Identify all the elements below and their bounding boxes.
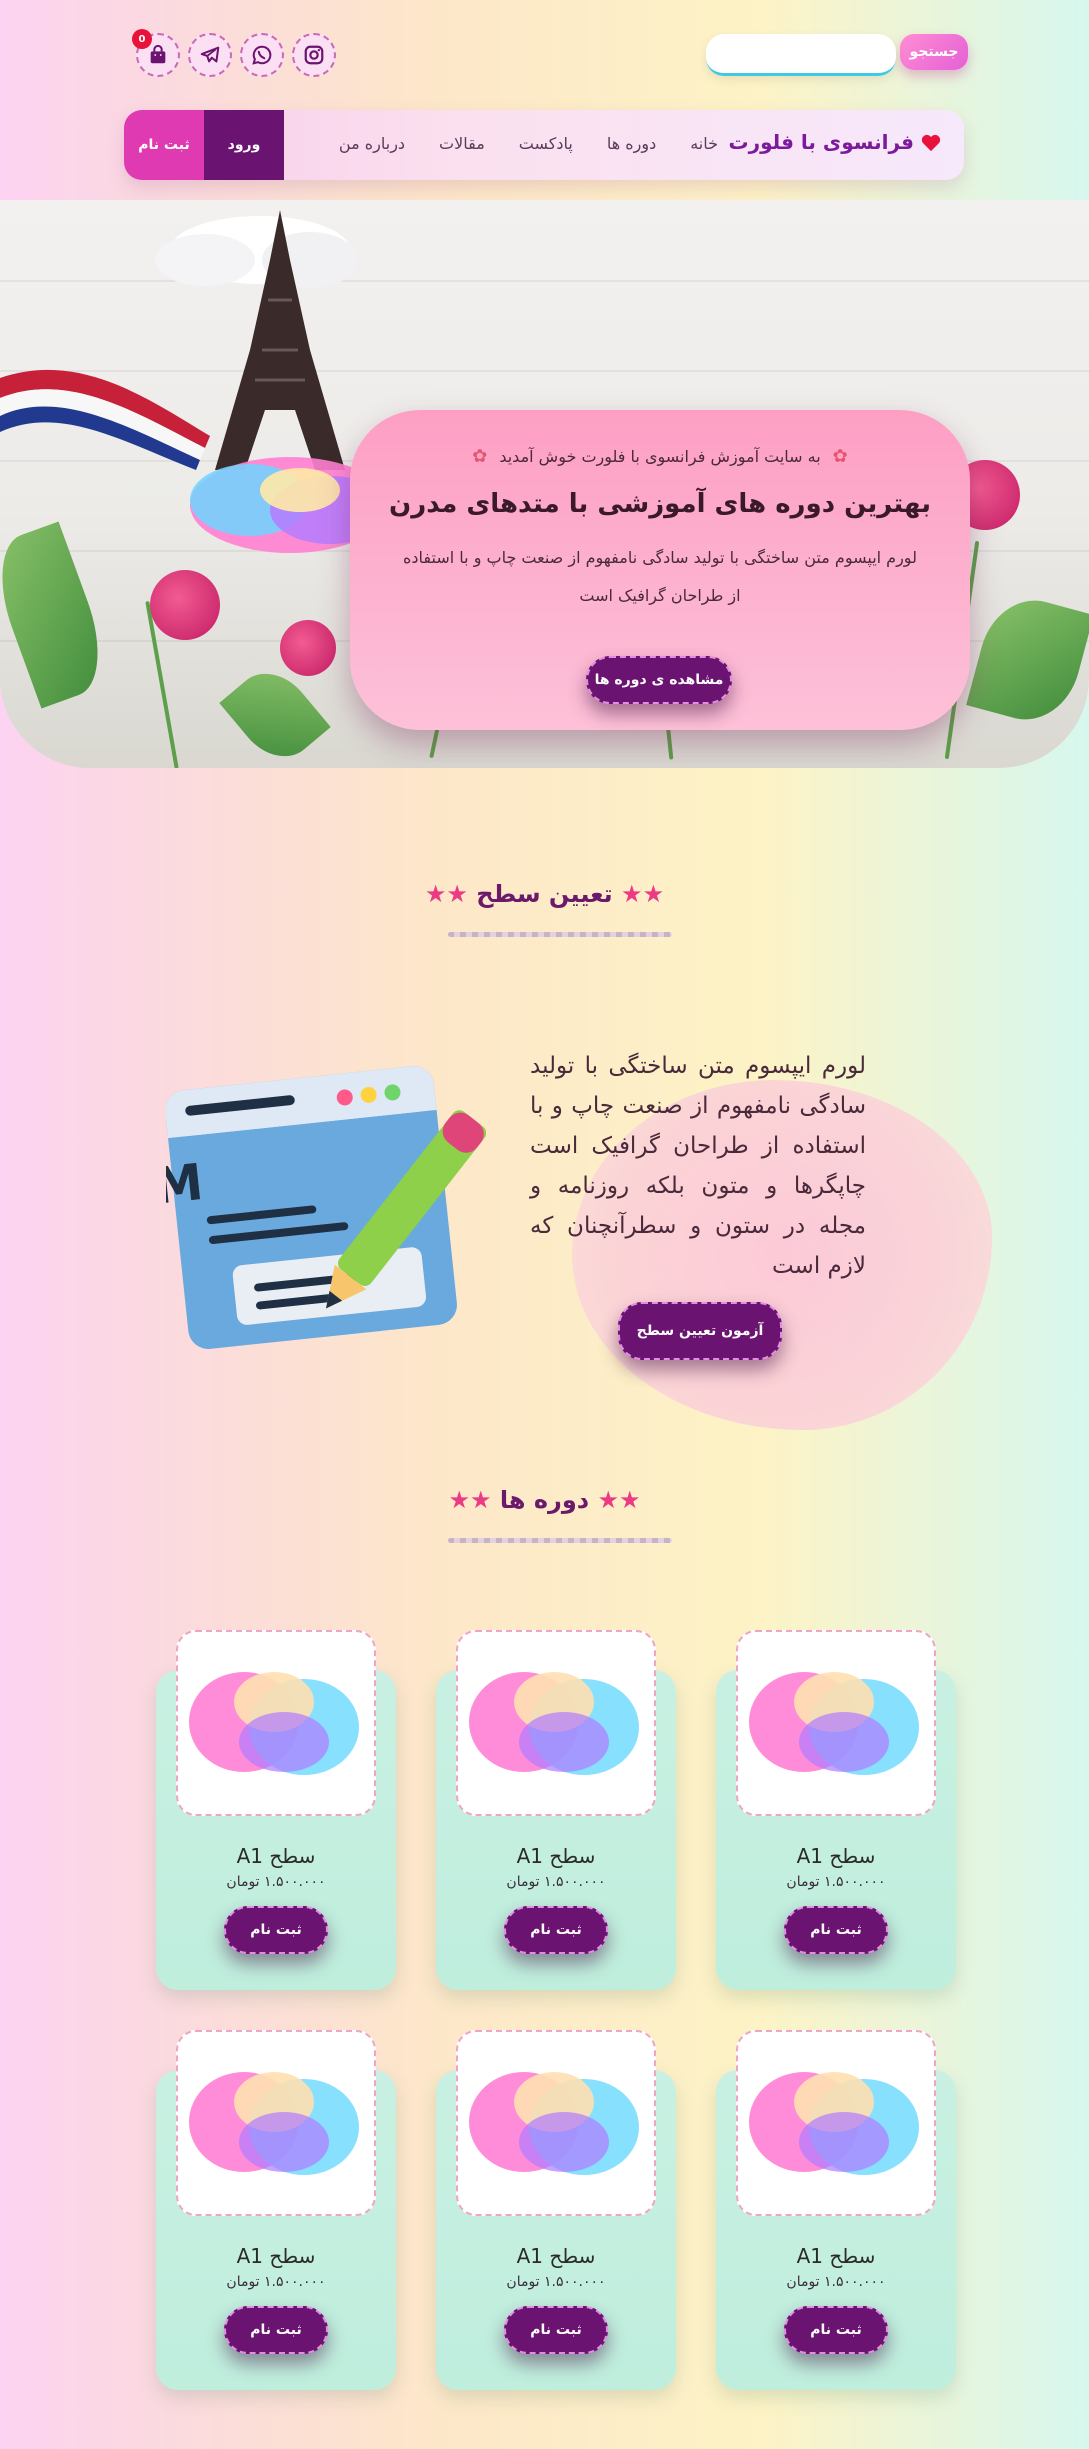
nav-item-about[interactable]: درباره من [339,134,405,153]
course-signup-button[interactable]: ثبت نام [504,2306,608,2354]
brand-name: فرانسوی با فلورت [728,130,914,154]
section-divider [448,932,672,937]
course-image [456,1630,656,1816]
hero-title: بهترین دوره های آموزشی با متدهای مدرن [389,489,931,519]
nav-item-home[interactable]: خانه [690,134,718,153]
hero-card: ✿ به سایت آموزش فرانسوی با فلورت خوش آمد… [350,410,970,730]
level-section-title: ★★ تعیین سطح ★★ [0,880,1089,908]
course-card: سطح A1 ۱.۵۰۰.۰۰۰ تومان ثبت نام [716,1630,956,1990]
instagram-icon [304,45,324,65]
flower-icon: ✿ [472,446,488,467]
course-image [176,2030,376,2216]
signup-button[interactable]: ثبت نام [124,110,204,180]
course-card: سطح A1 ۱.۵۰۰.۰۰۰ تومان ثبت نام [436,2030,676,2390]
search-input[interactable] [706,34,896,76]
level-description: لورم ایپسوم متن ساختگی با تولید سادگی نا… [530,1053,866,1279]
shopping-bag-icon [150,44,166,64]
stars-icon: ★★ [424,880,468,908]
course-signup-button[interactable]: ثبت نام [224,1906,328,1954]
hero-description: لورم ایپسوم متن ساختگی با تولید سادگی نا… [403,548,917,605]
courses-section-title: ★★ دوره ها ★★ [0,1486,1089,1514]
section-divider [448,1538,672,1543]
course-card: سطح A1 ۱.۵۰۰.۰۰۰ تومان ثبت نام [156,1630,396,1990]
course-image [456,2030,656,2216]
exam-illustration: EXAM [166,1066,486,1349]
course-price: ۱.۵۰۰.۰۰۰ تومان [506,1874,606,1890]
cart-button[interactable]: 0 [132,29,180,77]
nav-item-courses[interactable]: دوره ها [607,134,656,153]
cart-count-badge: 0 [132,29,152,49]
login-button[interactable]: ورود [204,110,284,180]
course-title: سطح A1 [516,1844,596,1868]
navbar: فرانسوی با فلورت خانه دوره ها پادکست مقا… [124,110,964,180]
nav-item-articles[interactable]: مقالات [439,134,485,153]
flower-icon: ✿ [832,446,848,467]
hero-section: ✿ به سایت آموزش فرانسوی با فلورت خوش آمد… [0,200,1089,768]
hero-welcome: ✿ به سایت آموزش فرانسوی با فلورت خوش آمد… [350,446,970,467]
heart-icon [921,134,941,152]
course-price: ۱.۵۰۰.۰۰۰ تومان [226,1874,326,1890]
stars-icon: ★★ [597,1486,641,1514]
course-title: سطح A1 [796,2244,876,2268]
course-image [176,1630,376,1816]
level-test-button[interactable]: آزمون تعیین سطح [618,1302,782,1360]
instagram-button[interactable] [292,33,336,77]
stars-icon: ★★ [448,1486,492,1514]
course-title: سطح A1 [236,2244,316,2268]
nav-links: خانه دوره ها پادکست مقالات درباره من [339,134,718,153]
course-signup-button[interactable]: ثبت نام [784,1906,888,1954]
course-card: سطح A1 ۱.۵۰۰.۰۰۰ تومان ثبت نام [436,1630,676,1990]
telegram-button[interactable] [188,33,232,77]
view-courses-button[interactable]: مشاهده ی دوره ها [586,656,732,704]
course-title: سطح A1 [516,2244,596,2268]
course-image [736,2030,936,2216]
course-card: سطح A1 ۱.۵۰۰.۰۰۰ تومان ثبت نام [156,2030,396,2390]
course-card: سطح A1 ۱.۵۰۰.۰۰۰ تومان ثبت نام [716,2030,956,2390]
course-title: سطح A1 [236,1844,316,1868]
whatsapp-button[interactable] [240,33,284,77]
whatsapp-icon [252,45,272,65]
courses-title-text: دوره ها [499,1486,590,1514]
course-image [736,1630,936,1816]
level-title-text: تعیین سطح [476,880,613,908]
auth-buttons: ورود ثبت نام [124,110,284,180]
brand-logo[interactable]: فرانسوی با فلورت [729,130,942,154]
course-signup-button[interactable]: ثبت نام [784,2306,888,2354]
telegram-icon [200,46,220,63]
course-signup-button[interactable]: ثبت نام [504,1906,608,1954]
search-button[interactable]: جستجو [900,34,968,70]
course-price: ۱.۵۰۰.۰۰۰ تومان [506,2274,606,2290]
course-title: سطح A1 [796,1844,876,1868]
course-price: ۱.۵۰۰.۰۰۰ تومان [226,2274,326,2290]
course-price: ۱.۵۰۰.۰۰۰ تومان [786,1874,886,1890]
stars-icon: ★★ [621,880,665,908]
course-price: ۱.۵۰۰.۰۰۰ تومان [786,2274,886,2290]
nav-item-podcast[interactable]: پادکست [519,134,573,153]
course-signup-button[interactable]: ثبت نام [224,2306,328,2354]
hero-welcome-text: به سایت آموزش فرانسوی با فلورت خوش آمدید [499,447,821,466]
